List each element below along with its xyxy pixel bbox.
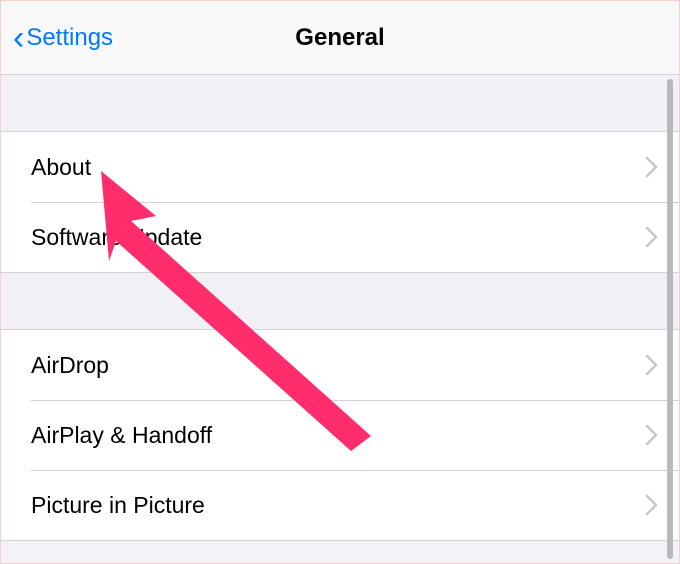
airdrop-row[interactable]: AirDrop [1,330,679,400]
row-label: AirDrop [31,352,109,379]
chevron-left-icon: ‹ [13,21,24,55]
page-title: General [295,24,384,52]
group-spacer [1,75,679,131]
nav-header: ‹ Settings General [1,1,679,75]
chevron-right-icon [645,354,659,376]
row-label: Picture in Picture [31,492,205,519]
row-label: AirPlay & Handoff [31,422,212,449]
airplay-handoff-row[interactable]: AirPlay & Handoff [1,400,679,470]
about-row[interactable]: About [1,132,679,202]
back-button[interactable]: ‹ Settings [1,21,113,55]
settings-group-1: About Software Update [1,131,679,273]
settings-group-2: AirDrop AirPlay & Handoff Picture in Pic… [1,329,679,541]
row-label: Software Update [31,224,202,251]
chevron-right-icon [645,156,659,178]
back-label: Settings [26,24,113,52]
picture-in-picture-row[interactable]: Picture in Picture [1,470,679,540]
row-label: About [31,154,91,181]
chevron-right-icon [645,424,659,446]
scrollbar[interactable] [667,79,673,559]
group-spacer [1,273,679,329]
software-update-row[interactable]: Software Update [1,202,679,272]
chevron-right-icon [645,226,659,248]
chevron-right-icon [645,494,659,516]
